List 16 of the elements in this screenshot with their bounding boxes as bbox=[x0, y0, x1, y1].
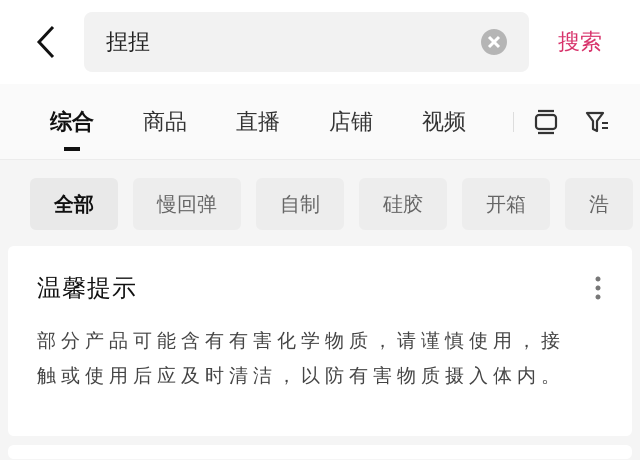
tab[interactable]: 视频 bbox=[422, 92, 466, 150]
filter-chip[interactable]: 自制 bbox=[256, 178, 344, 230]
tab[interactable]: 商品 bbox=[143, 92, 187, 150]
filter-chip[interactable]: 开箱 bbox=[462, 178, 550, 230]
notice-title: 温馨提示 bbox=[37, 273, 137, 304]
search-button[interactable]: 搜索 bbox=[558, 27, 602, 57]
search-field[interactable]: 捏捏 bbox=[84, 12, 529, 72]
filter-chip[interactable]: 硅胶 bbox=[359, 178, 447, 230]
more-icon[interactable] bbox=[594, 275, 602, 301]
tab[interactable]: 直播 bbox=[236, 92, 280, 150]
tab[interactable]: 店铺 bbox=[329, 92, 373, 150]
filter-chip[interactable]: 浩 bbox=[565, 178, 633, 230]
filter-chip[interactable]: 全部 bbox=[30, 178, 118, 230]
notice-text: 部分产品可能含有有害化学物质，请谨慎使用，接触或使用后应及时清洁，以防有害物质摄入体内。 bbox=[37, 329, 566, 389]
filter-chip[interactable]: 慢回弹 bbox=[133, 178, 241, 230]
card-view-icon[interactable] bbox=[534, 108, 558, 134]
